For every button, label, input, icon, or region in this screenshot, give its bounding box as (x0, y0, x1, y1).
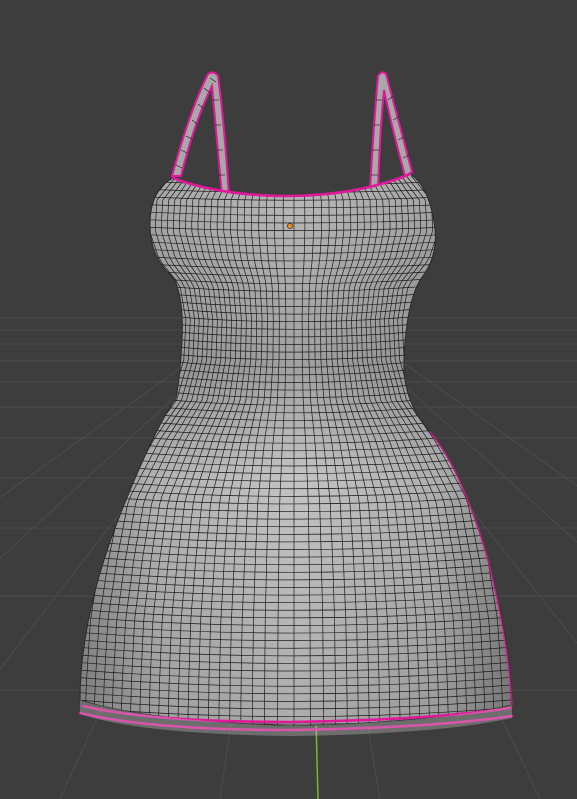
right-strap[interactable] (368, 71, 414, 191)
left-strap[interactable] (170, 71, 231, 197)
object-origin-dot (287, 223, 293, 229)
dress-mesh[interactable] (70, 173, 518, 739)
3d-viewport[interactable] (0, 0, 577, 799)
viewport-canvas[interactable] (0, 0, 577, 799)
